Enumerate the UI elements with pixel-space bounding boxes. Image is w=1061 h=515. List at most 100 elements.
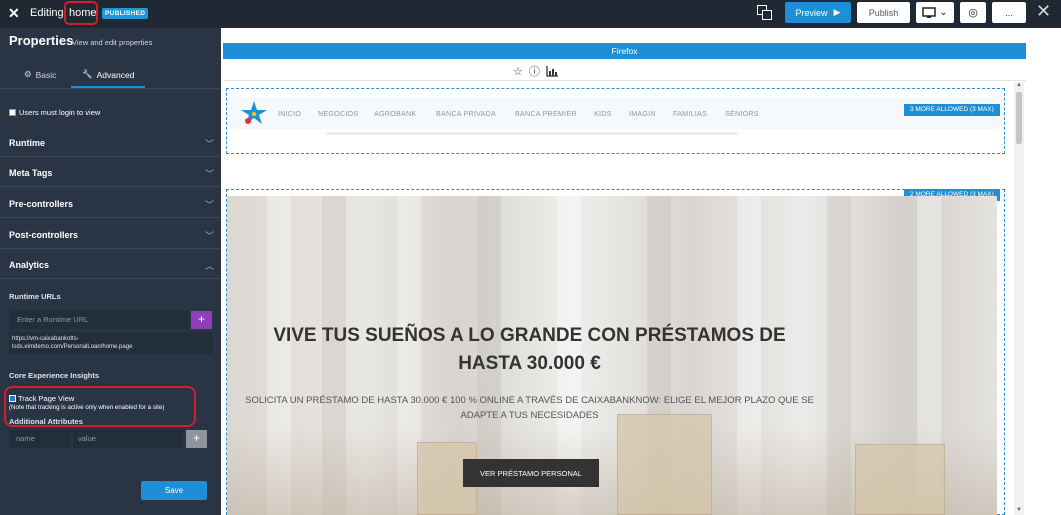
track-note: (Note that tracking is active only when … (9, 404, 165, 411)
attribute-value-input[interactable]: value (73, 430, 183, 448)
target-icon: ◎ (968, 7, 978, 19)
scroll-down-icon[interactable]: ▼ (1016, 507, 1022, 513)
section-runtime-label: Runtime (9, 138, 45, 148)
nav-item[interactable]: BANCA PREMIER (515, 109, 577, 118)
chart-icon[interactable] (546, 65, 559, 77)
nav-item[interactable]: FAMILIAS (673, 109, 707, 118)
section-meta-tags-label: Meta Tags (9, 168, 53, 178)
add-runtime-url-button[interactable]: + (191, 311, 212, 329)
header-drop-zone[interactable]: INICIO NEGOCIOS AGROBANK BANCA PRIVADA B… (226, 88, 1005, 154)
preview-button[interactable]: Preview ▶ (785, 2, 851, 23)
scrollbar-thumb[interactable] (1016, 92, 1022, 144)
personal-loan-button[interactable]: VER PRÉSTAMO PERSONAL (463, 459, 599, 487)
scroll-up-icon[interactable]: ▲ (1016, 82, 1022, 88)
divider (327, 132, 737, 135)
nav-item[interactable]: BANCA PRIVADA (436, 109, 496, 118)
scrollbar[interactable]: ▲ ▼ (1014, 82, 1024, 515)
properties-panel: Properties View and edit properties ⚙ Ba… (0, 28, 221, 515)
page-name: home (69, 7, 97, 19)
hero-title-line: VIVE TUS SUEÑOS A LO GRANDE CON PRÉSTAMO… (273, 325, 786, 346)
target-button[interactable]: ◎ (960, 2, 986, 23)
chevron-down-icon: ﹀ (204, 231, 214, 241)
section-pre-controllers-label: Pre-controllers (9, 199, 74, 209)
attribute-name-input[interactable]: name (9, 430, 71, 448)
nav-item[interactable]: NEGOCIOS (318, 109, 358, 118)
chevron-down-icon: ⌄ (939, 7, 948, 18)
nav-item[interactable]: INICIO (278, 109, 301, 118)
panel-title: Properties (9, 33, 74, 48)
browser-bar: Firefox (223, 43, 1026, 59)
close-editor-icon[interactable]: ✕ (8, 5, 20, 22)
users-login-checkbox[interactable]: Users must login to view (9, 108, 100, 117)
chevron-down-icon: ﹀ (204, 169, 214, 179)
plus-icon: + (192, 431, 200, 445)
section-analytics-label: Analytics (9, 260, 50, 270)
panel-subtitle: View and edit properties (72, 38, 153, 47)
play-icon: ▶ (833, 7, 841, 17)
divider (0, 156, 221, 157)
wrench-icon: 🔧 (82, 69, 93, 79)
section-meta-tags[interactable]: Meta Tags ﹀ (9, 168, 214, 184)
runtime-url-line: https://vm-caixabankotts- (12, 336, 79, 342)
hero-subtitle-line: SOLICITA UN PRÉSTAMO DE HASTA 30.000 € 1… (245, 395, 814, 406)
checkbox-checked[interactable] (9, 395, 16, 402)
section-post-controllers[interactable]: Post-controllers ﹀ (9, 230, 214, 246)
plus-icon: + (197, 312, 205, 326)
hero-title-line: HASTA 30.000 € (458, 353, 601, 374)
chevron-up-icon: ︿ (204, 261, 214, 271)
tab-basic[interactable]: ⚙ Basic (24, 69, 56, 80)
monitor-icon (922, 6, 937, 18)
top-bar: ✕ Editing: home PUBLISHED Preview ▶ Publ… (0, 0, 1061, 28)
caixabank-logo (241, 101, 267, 124)
tab-advanced-label: Advanced (96, 69, 135, 80)
copy-icon[interactable] (757, 5, 773, 21)
nav-item[interactable]: IMAGIN (629, 109, 656, 118)
track-page-view-checkbox[interactable]: Track Page View (9, 394, 74, 403)
divider (0, 278, 221, 279)
divider (0, 186, 221, 187)
nav-item[interactable]: SÉNIORS (725, 109, 759, 118)
close-icon[interactable]: ✕ (1036, 2, 1051, 20)
section-post-controllers-label: Post-controllers (9, 230, 79, 240)
site-navigation: INICIO NEGOCIOS AGROBANK BANCA PRIVADA B… (227, 97, 1004, 129)
status-badge: PUBLISHED (102, 8, 149, 19)
save-button[interactable]: Save (141, 481, 207, 500)
nav-item[interactable]: KIDS (594, 109, 612, 118)
section-analytics[interactable]: Analytics ︿ (9, 260, 214, 276)
device-selector[interactable]: ⌄ (916, 2, 954, 23)
add-attribute-button[interactable]: + (186, 430, 207, 448)
hero-title: VIVE TUS SUEÑOS A LO GRANDE CON PRÉSTAMO… (227, 322, 832, 378)
runtime-url-input[interactable]: Enter a Runtime URL (9, 311, 190, 329)
runtime-urls-label: Runtime URLs (9, 292, 61, 301)
page-name-highlight: home (64, 1, 98, 25)
zone-limit-badge: 3 MORE ALLOWED (3 MAX) (904, 104, 1000, 116)
publish-button[interactable]: Publish (857, 2, 910, 23)
core-experience-label: Core Experience Insights (9, 371, 100, 380)
divider (0, 217, 221, 218)
section-runtime[interactable]: Runtime ﹀ (9, 138, 214, 154)
additional-attributes-label: Additional Attributes (9, 417, 83, 426)
cardboard-box (855, 444, 945, 515)
browser-tools: ☆ ⓘ (513, 63, 559, 79)
star-icon[interactable]: ☆ (513, 65, 523, 78)
divider (0, 88, 221, 89)
more-button[interactable]: ... (992, 2, 1026, 23)
divider (0, 248, 221, 249)
track-page-view-label: Track Page View (18, 394, 75, 403)
section-pre-controllers[interactable]: Pre-controllers ﹀ (9, 199, 214, 215)
cardboard-box (617, 414, 712, 515)
gear-icon: ⚙ (24, 69, 32, 79)
nav-item[interactable]: AGROBANK (374, 109, 416, 118)
page-preview: Firefox ☆ ⓘ INICIO NEGOCIOS AGROBANK BAN… (221, 28, 1061, 515)
preview-label: Preview (795, 7, 828, 18)
chevron-down-icon: ﹀ (204, 200, 214, 210)
info-icon[interactable]: ⓘ (529, 63, 540, 79)
checkbox-box[interactable] (9, 109, 16, 116)
users-login-label: Users must login to view (19, 108, 101, 117)
divider (223, 80, 1026, 81)
runtime-url-value: https://vm-caixabankotts- lsds.eimdemo.c… (9, 332, 213, 354)
hero-subtitle: SOLICITA UN PRÉSTAMO DE HASTA 30.000 € 1… (227, 393, 832, 423)
tab-advanced[interactable]: 🔧 Advanced (82, 69, 134, 80)
editing-label: Editing: (30, 7, 67, 19)
chevron-down-icon: ﹀ (204, 139, 214, 149)
